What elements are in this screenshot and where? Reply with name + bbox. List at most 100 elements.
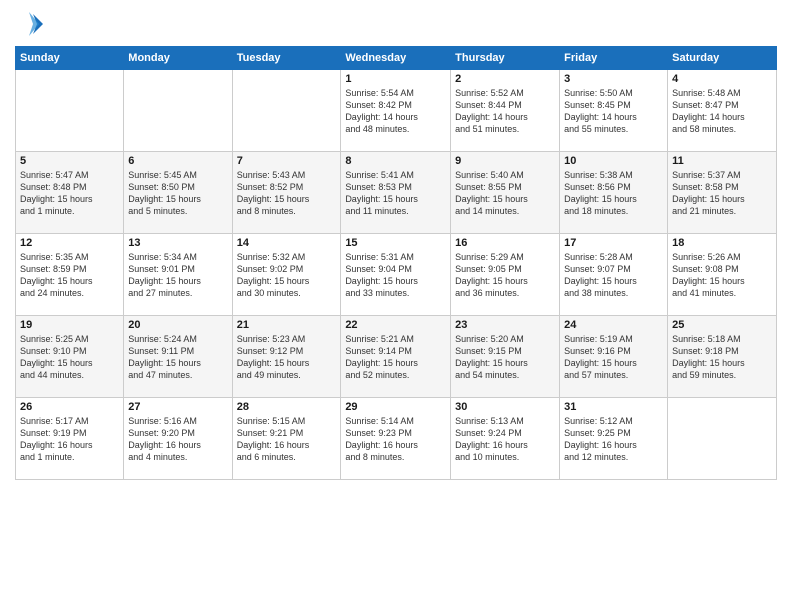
weekday-sunday: Sunday bbox=[16, 47, 124, 70]
day-info: Sunrise: 5:28 AM Sunset: 9:07 PM Dayligh… bbox=[564, 251, 663, 300]
week-row-5: 26 Sunrise: 5:17 AM Sunset: 9:19 PM Dayli… bbox=[16, 398, 777, 480]
day-cell: 3 Sunrise: 5:50 AM Sunset: 8:45 PM Daylig… bbox=[560, 70, 668, 152]
day-cell bbox=[668, 398, 777, 480]
day-info: Sunrise: 5:32 AM Sunset: 9:02 PM Dayligh… bbox=[237, 251, 337, 300]
day-cell: 8 Sunrise: 5:41 AM Sunset: 8:53 PM Daylig… bbox=[341, 152, 451, 234]
day-info: Sunrise: 5:17 AM Sunset: 9:19 PM Dayligh… bbox=[20, 415, 119, 464]
weekday-header-row: SundayMondayTuesdayWednesdayThursdayFrid… bbox=[16, 47, 777, 70]
day-info: Sunrise: 5:48 AM Sunset: 8:47 PM Dayligh… bbox=[672, 87, 772, 136]
day-cell: 6 Sunrise: 5:45 AM Sunset: 8:50 PM Daylig… bbox=[124, 152, 232, 234]
day-number: 11 bbox=[672, 155, 772, 167]
day-info: Sunrise: 5:18 AM Sunset: 9:18 PM Dayligh… bbox=[672, 333, 772, 382]
day-number: 21 bbox=[237, 319, 337, 331]
day-info: Sunrise: 5:19 AM Sunset: 9:16 PM Dayligh… bbox=[564, 333, 663, 382]
day-info: Sunrise: 5:29 AM Sunset: 9:05 PM Dayligh… bbox=[455, 251, 555, 300]
day-info: Sunrise: 5:37 AM Sunset: 8:58 PM Dayligh… bbox=[672, 169, 772, 218]
day-cell: 9 Sunrise: 5:40 AM Sunset: 8:55 PM Daylig… bbox=[451, 152, 560, 234]
weekday-tuesday: Tuesday bbox=[232, 47, 341, 70]
day-cell: 18 Sunrise: 5:26 AM Sunset: 9:08 PM Dayli… bbox=[668, 234, 777, 316]
day-cell: 1Sunrise: 5:54 AM Sunset: 8:42 PM Daylig… bbox=[341, 70, 451, 152]
day-number: 14 bbox=[237, 237, 337, 249]
calendar: SundayMondayTuesdayWednesdayThursdayFrid… bbox=[15, 46, 777, 480]
day-number: 18 bbox=[672, 237, 772, 249]
day-cell: 21 Sunrise: 5:23 AM Sunset: 9:12 PM Dayli… bbox=[232, 316, 341, 398]
week-row-3: 12 Sunrise: 5:35 AM Sunset: 8:59 PM Dayli… bbox=[16, 234, 777, 316]
day-cell bbox=[232, 70, 341, 152]
day-number: 24 bbox=[564, 319, 663, 331]
day-cell: 24 Sunrise: 5:19 AM Sunset: 9:16 PM Dayli… bbox=[560, 316, 668, 398]
day-number: 12 bbox=[20, 237, 119, 249]
day-number: 26 bbox=[20, 401, 119, 413]
day-cell: 13 Sunrise: 5:34 AM Sunset: 9:01 PM Dayli… bbox=[124, 234, 232, 316]
day-number: 20 bbox=[128, 319, 227, 331]
weekday-thursday: Thursday bbox=[451, 47, 560, 70]
day-cell: 19Sunrise: 5:25 AM Sunset: 9:10 PM Dayli… bbox=[16, 316, 124, 398]
day-cell: 10Sunrise: 5:38 AM Sunset: 8:56 PM Dayli… bbox=[560, 152, 668, 234]
week-row-2: 5 Sunrise: 5:47 AM Sunset: 8:48 PM Daylig… bbox=[16, 152, 777, 234]
day-number: 23 bbox=[455, 319, 555, 331]
day-number: 15 bbox=[345, 237, 446, 249]
week-row-1: 1Sunrise: 5:54 AM Sunset: 8:42 PM Daylig… bbox=[16, 70, 777, 152]
day-cell: 17 Sunrise: 5:28 AM Sunset: 9:07 PM Dayli… bbox=[560, 234, 668, 316]
logo-icon bbox=[15, 10, 43, 38]
day-number: 17 bbox=[564, 237, 663, 249]
day-info: Sunrise: 5:21 AM Sunset: 9:14 PM Dayligh… bbox=[345, 333, 446, 382]
day-info: Sunrise: 5:26 AM Sunset: 9:08 PM Dayligh… bbox=[672, 251, 772, 300]
day-cell bbox=[124, 70, 232, 152]
day-cell: 12 Sunrise: 5:35 AM Sunset: 8:59 PM Dayli… bbox=[16, 234, 124, 316]
weekday-friday: Friday bbox=[560, 47, 668, 70]
day-cell: 26 Sunrise: 5:17 AM Sunset: 9:19 PM Dayli… bbox=[16, 398, 124, 480]
day-cell: 15 Sunrise: 5:31 AM Sunset: 9:04 PM Dayli… bbox=[341, 234, 451, 316]
day-number: 28 bbox=[237, 401, 337, 413]
day-cell: 5 Sunrise: 5:47 AM Sunset: 8:48 PM Daylig… bbox=[16, 152, 124, 234]
day-cell: 7 Sunrise: 5:43 AM Sunset: 8:52 PM Daylig… bbox=[232, 152, 341, 234]
day-info: Sunrise: 5:31 AM Sunset: 9:04 PM Dayligh… bbox=[345, 251, 446, 300]
day-info: Sunrise: 5:12 AM Sunset: 9:25 PM Dayligh… bbox=[564, 415, 663, 464]
day-info: Sunrise: 5:47 AM Sunset: 8:48 PM Dayligh… bbox=[20, 169, 119, 218]
day-number: 13 bbox=[128, 237, 227, 249]
weekday-saturday: Saturday bbox=[668, 47, 777, 70]
day-info: Sunrise: 5:34 AM Sunset: 9:01 PM Dayligh… bbox=[128, 251, 227, 300]
day-info: Sunrise: 5:16 AM Sunset: 9:20 PM Dayligh… bbox=[128, 415, 227, 464]
day-cell: 31 Sunrise: 5:12 AM Sunset: 9:25 PM Dayli… bbox=[560, 398, 668, 480]
day-number: 30 bbox=[455, 401, 555, 413]
day-number: 7 bbox=[237, 155, 337, 167]
day-info: Sunrise: 5:14 AM Sunset: 9:23 PM Dayligh… bbox=[345, 415, 446, 464]
day-cell: 22 Sunrise: 5:21 AM Sunset: 9:14 PM Dayli… bbox=[341, 316, 451, 398]
day-cell: 25 Sunrise: 5:18 AM Sunset: 9:18 PM Dayli… bbox=[668, 316, 777, 398]
day-info: Sunrise: 5:23 AM Sunset: 9:12 PM Dayligh… bbox=[237, 333, 337, 382]
day-info: Sunrise: 5:41 AM Sunset: 8:53 PM Dayligh… bbox=[345, 169, 446, 218]
day-cell: 2Sunrise: 5:52 AM Sunset: 8:44 PM Daylig… bbox=[451, 70, 560, 152]
day-number: 10 bbox=[564, 155, 663, 167]
day-info: Sunrise: 5:52 AM Sunset: 8:44 PM Dayligh… bbox=[455, 87, 555, 136]
day-number: 5 bbox=[20, 155, 119, 167]
day-cell: 28Sunrise: 5:15 AM Sunset: 9:21 PM Dayli… bbox=[232, 398, 341, 480]
day-number: 19 bbox=[20, 319, 119, 331]
day-cell: 20Sunrise: 5:24 AM Sunset: 9:11 PM Dayli… bbox=[124, 316, 232, 398]
day-number: 3 bbox=[564, 73, 663, 85]
day-number: 4 bbox=[672, 73, 772, 85]
day-info: Sunrise: 5:43 AM Sunset: 8:52 PM Dayligh… bbox=[237, 169, 337, 218]
header bbox=[15, 10, 777, 38]
page: SundayMondayTuesdayWednesdayThursdayFrid… bbox=[0, 0, 792, 612]
day-number: 9 bbox=[455, 155, 555, 167]
day-number: 6 bbox=[128, 155, 227, 167]
day-cell: 4 Sunrise: 5:48 AM Sunset: 8:47 PM Daylig… bbox=[668, 70, 777, 152]
day-info: Sunrise: 5:13 AM Sunset: 9:24 PM Dayligh… bbox=[455, 415, 555, 464]
day-info: Sunrise: 5:20 AM Sunset: 9:15 PM Dayligh… bbox=[455, 333, 555, 382]
day-cell: 23 Sunrise: 5:20 AM Sunset: 9:15 PM Dayli… bbox=[451, 316, 560, 398]
day-info: Sunrise: 5:45 AM Sunset: 8:50 PM Dayligh… bbox=[128, 169, 227, 218]
day-cell: 14 Sunrise: 5:32 AM Sunset: 9:02 PM Dayli… bbox=[232, 234, 341, 316]
day-info: Sunrise: 5:35 AM Sunset: 8:59 PM Dayligh… bbox=[20, 251, 119, 300]
day-number: 22 bbox=[345, 319, 446, 331]
day-cell: 16Sunrise: 5:29 AM Sunset: 9:05 PM Dayli… bbox=[451, 234, 560, 316]
day-cell bbox=[16, 70, 124, 152]
day-number: 8 bbox=[345, 155, 446, 167]
day-info: Sunrise: 5:40 AM Sunset: 8:55 PM Dayligh… bbox=[455, 169, 555, 218]
day-number: 25 bbox=[672, 319, 772, 331]
day-info: Sunrise: 5:50 AM Sunset: 8:45 PM Dayligh… bbox=[564, 87, 663, 136]
weekday-wednesday: Wednesday bbox=[341, 47, 451, 70]
day-info: Sunrise: 5:54 AM Sunset: 8:42 PM Dayligh… bbox=[345, 87, 446, 136]
day-cell: 27Sunrise: 5:16 AM Sunset: 9:20 PM Dayli… bbox=[124, 398, 232, 480]
day-number: 31 bbox=[564, 401, 663, 413]
